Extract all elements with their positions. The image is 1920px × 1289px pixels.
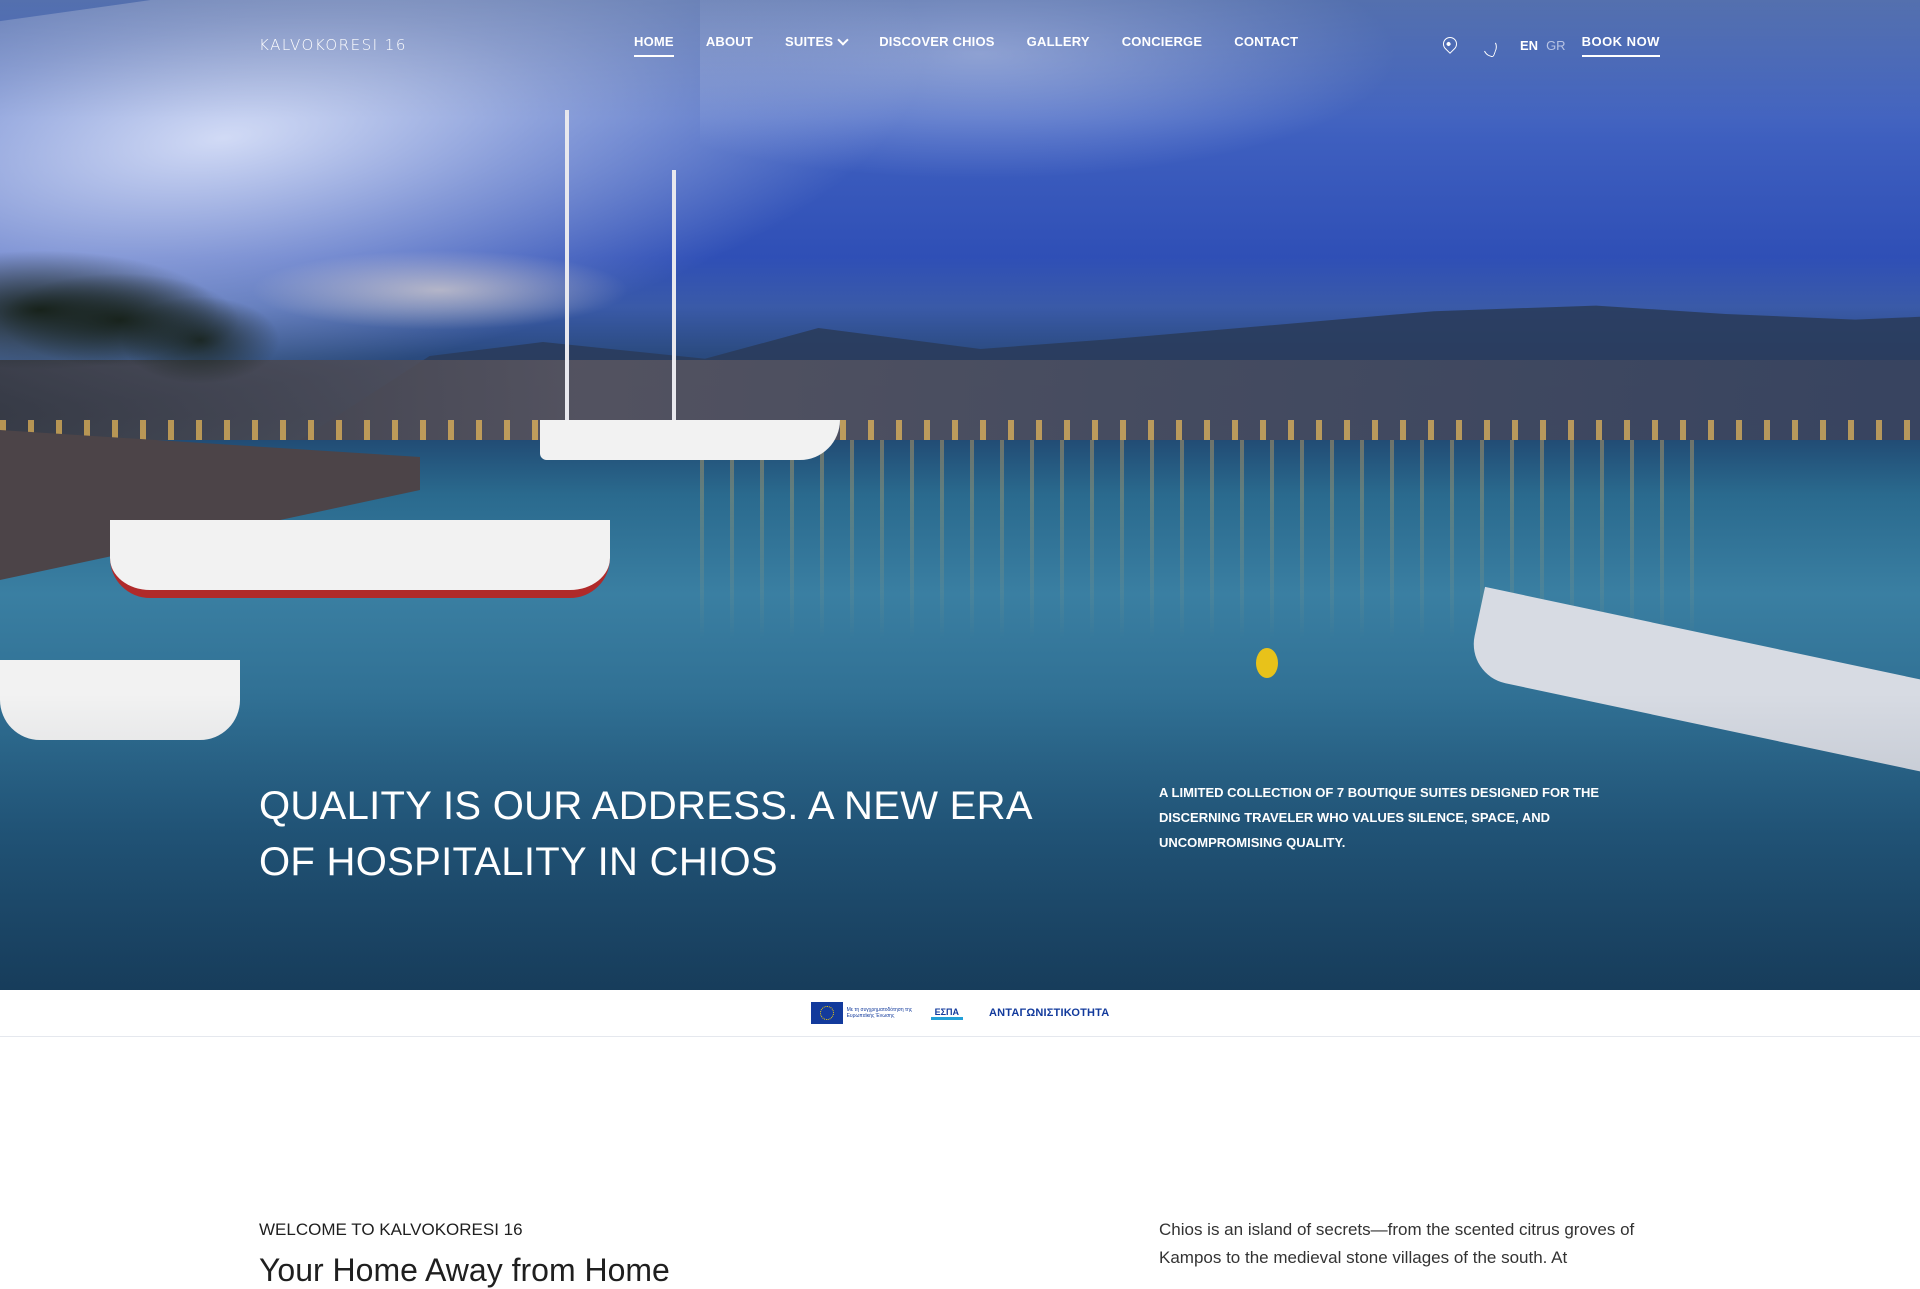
nav-item-suites-label: SUITES xyxy=(785,34,834,49)
hero-headline-line: QUALITY IS OUR ADDRESS. A NEW ERA xyxy=(259,784,1033,828)
funding-logos-strip: Με τη συγχρηματοδότηση της Ευρωπαϊκής Έν… xyxy=(0,990,1920,1037)
language-gr[interactable]: GR xyxy=(1546,38,1566,53)
book-now-button[interactable]: BOOK NOW xyxy=(1581,34,1660,57)
nav-item-discover-chios[interactable]: DISCOVER CHIOS xyxy=(863,34,1010,49)
hero-subheadline-line: A LIMITED COLLECTION OF 7 BOUTIQUE SUITE… xyxy=(1159,785,1600,800)
nav-item-contact[interactable]: CONTACT xyxy=(1218,34,1314,49)
espa-logo: ΕΣΠΑ xyxy=(930,1007,963,1020)
map-pin-icon[interactable] xyxy=(1440,33,1460,56)
welcome-intro-line: Chios is an island of secrets—from the s… xyxy=(1159,1220,1635,1239)
phone-icon[interactable] xyxy=(1480,35,1500,58)
competitiveness-program-logo: ΑΝΤΑΓΩΝΙΣΤΙΚΟΤΗΤΑ xyxy=(988,1007,1110,1019)
welcome-intro: Chios is an island of secrets—from the s… xyxy=(1159,1216,1659,1272)
utility-bar: EN GR BOOK NOW xyxy=(1440,33,1660,58)
chevron-down-icon xyxy=(837,34,849,46)
hero-subheadline: A LIMITED COLLECTION OF 7 BOUTIQUE SUITE… xyxy=(1159,780,1609,855)
eu-flag-icon xyxy=(810,1002,843,1024)
nav-item-gallery[interactable]: GALLERY xyxy=(1011,34,1106,49)
hero-subheadline-line: UNCOMPROMISING QUALITY. xyxy=(1159,835,1346,850)
nav-item-about[interactable]: ABOUT xyxy=(690,34,769,49)
hero-headline-line: OF HOSPITALITY IN CHIOS xyxy=(259,840,778,884)
hero-headline: QUALITY IS OUR ADDRESS. A NEW ERA OF HOS… xyxy=(259,778,1039,890)
main-menu: HOME ABOUT SUITES DISCOVER CHIOS GALLERY… xyxy=(618,34,1314,57)
welcome-kicker: WELCOME TO KALVOKORESI 16 xyxy=(259,1220,523,1239)
hero-subheadline-line: DISCERNING TRAVELER WHO VALUES SILENCE, … xyxy=(1159,810,1550,825)
nav-item-suites[interactable]: SUITES xyxy=(769,34,863,49)
welcome-title: Your Home Away from Home xyxy=(259,1252,670,1288)
site-logo[interactable]: KALVOKORESI 16 xyxy=(259,36,407,54)
hero-banner: KALVOKORESI 16 HOME ABOUT SUITES DISCOVE… xyxy=(0,0,1920,990)
language-en[interactable]: EN xyxy=(1520,38,1538,53)
eu-cofunding-logo: Με τη συγχρηματοδότηση της Ευρωπαϊκής Έν… xyxy=(810,1002,963,1024)
eu-cofunding-text: Με τη συγχρηματοδότηση της Ευρωπαϊκής Έν… xyxy=(846,1007,913,1019)
top-navigation: KALVOKORESI 16 HOME ABOUT SUITES DISCOVE… xyxy=(0,0,1920,90)
nav-item-concierge[interactable]: CONCIERGE xyxy=(1106,34,1219,49)
nav-item-home[interactable]: HOME xyxy=(618,34,690,57)
welcome-intro-line: Kampos to the medieval stone villages of… xyxy=(1159,1248,1568,1267)
